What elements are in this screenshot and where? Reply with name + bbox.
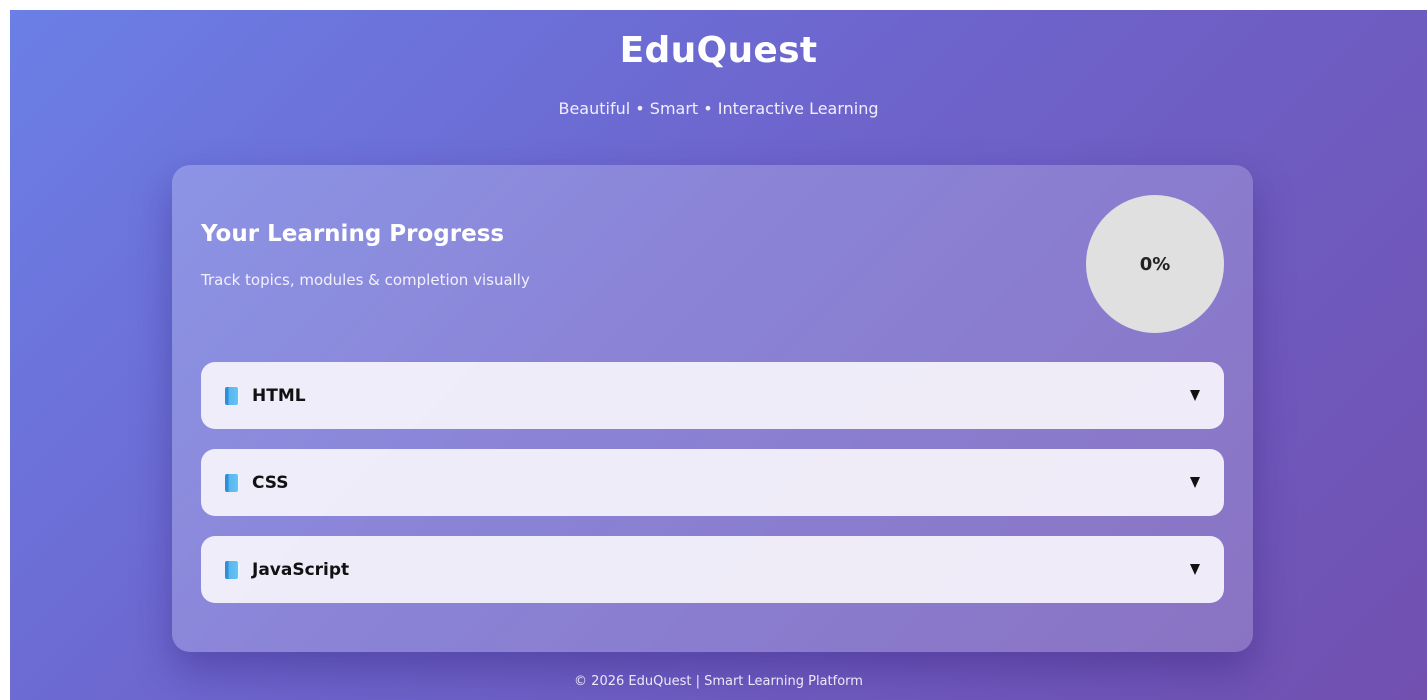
book-icon [225,473,240,492]
chevron-down-icon[interactable] [1190,390,1200,401]
progress-card-subtitle: Track topics, modules & completion visua… [201,271,530,289]
site-title: EduQuest [619,30,818,71]
app-background: EduQuest Beautiful • Smart • Interactive… [10,10,1427,700]
module-label: JavaScript [252,559,350,580]
footer-copyright: © 2026 EduQuest | Smart Learning Platfor… [574,674,863,689]
progress-card: Your Learning Progress Track topics, mod… [172,165,1253,652]
site-subtitle: Beautiful • Smart • Interactive Learning [558,99,879,118]
module-label: CSS [252,472,289,493]
book-icon [225,386,240,405]
chevron-down-icon[interactable] [1190,477,1200,488]
book-icon [225,560,240,579]
module-javascript[interactable]: JavaScript [201,536,1224,603]
module-css[interactable]: CSS [201,449,1224,516]
chevron-down-icon[interactable] [1190,564,1200,575]
module-label: HTML [252,385,306,406]
progress-circle: 0% [1086,195,1224,333]
module-html[interactable]: HTML [201,362,1224,429]
progress-percent-label: 0% [1139,253,1171,275]
progress-card-title: Your Learning Progress [201,221,505,247]
